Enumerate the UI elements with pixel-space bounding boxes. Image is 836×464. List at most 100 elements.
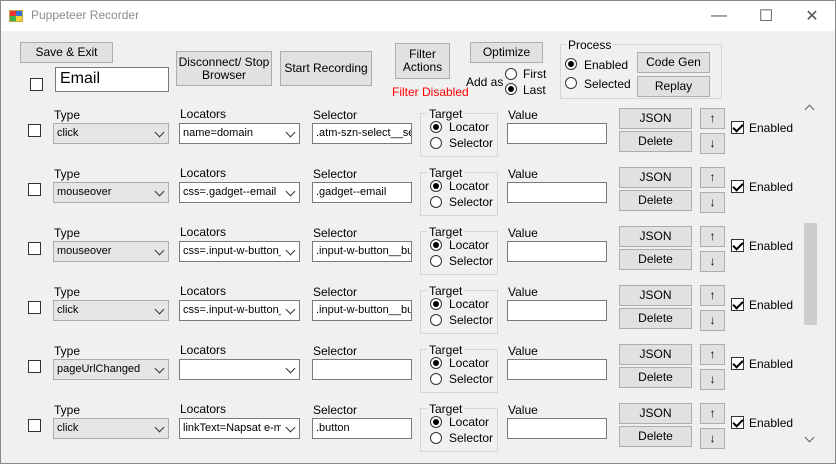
move-up-button[interactable]: ↑ xyxy=(700,108,725,129)
chevron-down-icon xyxy=(285,127,296,138)
json-label: JSON xyxy=(639,229,672,243)
type-select[interactable]: click xyxy=(53,300,169,321)
selector-input[interactable]: .input-w-button__bu xyxy=(312,241,412,262)
delete-button[interactable]: Delete xyxy=(619,367,692,388)
step-select-checkbox[interactable] xyxy=(28,242,41,255)
selector-input[interactable]: .button xyxy=(312,418,412,439)
step-enabled-checkbox[interactable] xyxy=(731,121,744,134)
type-select[interactable]: click xyxy=(53,418,169,439)
value-input[interactable] xyxy=(507,182,607,203)
target-locator-radio[interactable] xyxy=(430,416,442,428)
json-button[interactable]: JSON xyxy=(619,167,692,188)
step-select-checkbox[interactable] xyxy=(28,124,41,137)
locator-select[interactable]: css=.input-w-button_ xyxy=(179,300,300,321)
select-all-checkbox[interactable] xyxy=(30,78,43,91)
selector-input[interactable] xyxy=(312,359,412,380)
step-enabled-checkbox[interactable] xyxy=(731,416,744,429)
target-locator-radio[interactable] xyxy=(430,357,442,369)
delete-button[interactable]: Delete xyxy=(619,308,692,329)
target-title: Target xyxy=(427,402,465,416)
minimize-button[interactable]: — xyxy=(696,1,742,31)
json-button[interactable]: JSON xyxy=(619,403,692,424)
target-selector-radio[interactable] xyxy=(430,373,442,385)
target-selector-radio[interactable] xyxy=(430,314,442,326)
move-down-button[interactable]: ↓ xyxy=(700,310,725,331)
move-down-button[interactable]: ↓ xyxy=(700,428,725,449)
type-select[interactable]: pageUrlChanged xyxy=(53,359,169,380)
disconnect-label: Disconnect/ Stop Browser xyxy=(178,54,270,82)
json-button[interactable]: JSON xyxy=(619,226,692,247)
step-select-checkbox[interactable] xyxy=(28,183,41,196)
move-up-button[interactable]: ↑ xyxy=(700,403,725,424)
type-select[interactable]: mouseover xyxy=(53,241,169,262)
target-locator-radio[interactable] xyxy=(430,180,442,192)
target-selector-radio[interactable] xyxy=(430,432,442,444)
locator-select[interactable]: css=.gadget--email xyxy=(179,182,300,203)
value-input[interactable] xyxy=(507,123,607,144)
move-up-button[interactable]: ↑ xyxy=(700,285,725,306)
type-select[interactable]: mouseover xyxy=(53,182,169,203)
save-exit-button[interactable]: Save & Exit xyxy=(20,42,113,63)
selector-input[interactable]: .input-w-button__bu xyxy=(312,300,412,321)
move-up-button[interactable]: ↑ xyxy=(700,167,725,188)
step-select-checkbox[interactable] xyxy=(28,360,41,373)
target-title: Target xyxy=(427,225,465,239)
selector-input[interactable]: .gadget--email xyxy=(312,182,412,203)
delete-button[interactable]: Delete xyxy=(619,249,692,270)
target-selector-radio[interactable] xyxy=(430,196,442,208)
step-enabled-checkbox[interactable] xyxy=(731,357,744,370)
delete-button[interactable]: Delete xyxy=(619,131,692,152)
maximize-icon: ☐ xyxy=(758,8,774,25)
start-recording-button[interactable]: Start Recording xyxy=(280,51,372,86)
filter-actions-button[interactable]: Filter Actions xyxy=(395,43,450,79)
move-up-button[interactable]: ↑ xyxy=(700,344,725,365)
delete-button[interactable]: Delete xyxy=(619,190,692,211)
target-selector-radio[interactable] xyxy=(430,255,442,267)
move-down-button[interactable]: ↓ xyxy=(700,251,725,272)
locator-select[interactable]: linkText=Napsat e-m xyxy=(179,418,300,439)
value-input[interactable] xyxy=(507,418,607,439)
locator-select[interactable]: name=domain xyxy=(179,123,300,144)
delete-button[interactable]: Delete xyxy=(619,426,692,447)
add-as-last-radio[interactable] xyxy=(505,83,517,95)
process-enabled-radio[interactable] xyxy=(565,58,577,70)
value-input[interactable] xyxy=(507,359,607,380)
json-button[interactable]: JSON xyxy=(619,108,692,129)
locator-select[interactable]: css=.input-w-button_ xyxy=(179,241,300,262)
selector-input[interactable]: .atm-szn-select__se xyxy=(312,123,412,144)
disconnect-button[interactable]: Disconnect/ Stop Browser xyxy=(176,51,272,86)
step-select-checkbox[interactable] xyxy=(28,419,41,432)
close-button[interactable]: ✕ xyxy=(789,1,835,31)
move-up-button[interactable]: ↑ xyxy=(700,226,725,247)
target-locator-radio[interactable] xyxy=(430,298,442,310)
replay-button[interactable]: Replay xyxy=(637,76,710,97)
step-enabled-checkbox[interactable] xyxy=(731,239,744,252)
move-down-button[interactable]: ↓ xyxy=(700,192,725,213)
step-enabled-checkbox[interactable] xyxy=(731,298,744,311)
code-gen-button[interactable]: Code Gen xyxy=(637,52,710,73)
move-down-button[interactable]: ↓ xyxy=(700,133,725,154)
add-as-first-radio[interactable] xyxy=(505,68,517,80)
value-input[interactable] xyxy=(507,241,607,262)
filter-status: Filter Disabled xyxy=(392,85,469,99)
step-select-checkbox[interactable] xyxy=(28,301,41,314)
target-selector-radio[interactable] xyxy=(430,137,442,149)
target-locator-radio[interactable] xyxy=(430,121,442,133)
locator-select[interactable] xyxy=(179,359,300,380)
name-input[interactable]: Email xyxy=(55,67,169,92)
target-locator-radio[interactable] xyxy=(430,239,442,251)
value-input[interactable] xyxy=(507,300,607,321)
type-select[interactable]: click xyxy=(53,123,169,144)
maximize-button[interactable]: ☐ xyxy=(743,1,789,31)
step-enabled-label: Enabled xyxy=(749,180,794,194)
process-selected-radio[interactable] xyxy=(565,77,577,89)
type-value: click xyxy=(57,304,79,316)
optimize-button[interactable]: Optimize xyxy=(470,42,543,63)
json-button[interactable]: JSON xyxy=(619,285,692,306)
locator-value: css=.gadget--email xyxy=(183,186,277,198)
step-enabled-checkbox[interactable] xyxy=(731,180,744,193)
move-down-button[interactable]: ↓ xyxy=(700,369,725,390)
json-button[interactable]: JSON xyxy=(619,344,692,365)
scrollbar-thumb[interactable] xyxy=(804,223,817,325)
selector-label: Selector xyxy=(313,226,358,240)
